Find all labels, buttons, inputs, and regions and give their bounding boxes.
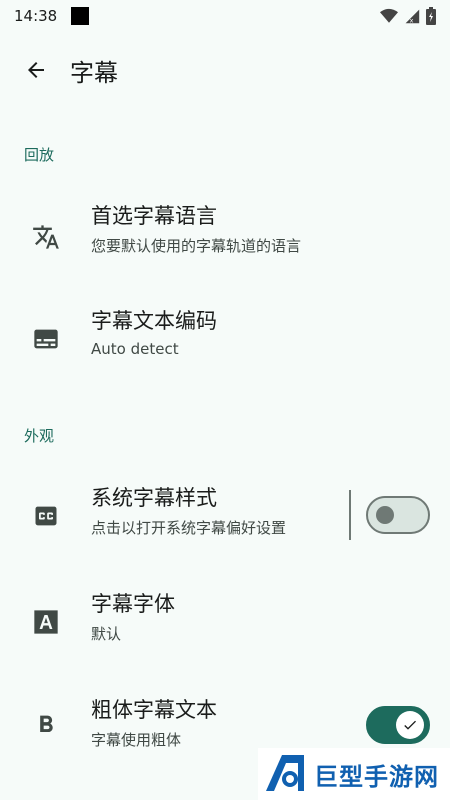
system-style-text: 系统字幕样式 点击以打开系统字幕偏好设置	[91, 486, 286, 538]
watermark-text: 巨型手游网	[314, 762, 439, 791]
system-style-title: 系统字幕样式	[91, 486, 217, 510]
section-header-playback: 回放	[24, 146, 55, 164]
screen: 14:38 x 字幕 回放 首选字幕语言 您要默认使用的字幕轨道的语言 字幕文本…	[0, 0, 450, 800]
text-encoding-subtitle: Auto detect	[91, 340, 179, 359]
status-time: 14:38	[14, 7, 58, 25]
text-encoding-row[interactable]: 字幕文本编码 Auto detect	[0, 295, 450, 390]
wifi-icon	[380, 8, 398, 23]
page-title: 字幕	[70, 58, 118, 87]
system-style-subtitle: 点击以打开系统字幕偏好设置	[91, 519, 287, 538]
status-icons: x	[380, 7, 436, 25]
svg-text:x: x	[410, 16, 414, 24]
section-header-appearance: 外观	[24, 427, 55, 445]
text-encoding-text: 字幕文本编码 Auto detect	[91, 309, 217, 358]
closed-caption-icon	[32, 502, 60, 530]
font-a-icon	[32, 608, 60, 636]
bold-text-title: 粗体字幕文本	[91, 698, 217, 722]
preferred-language-text: 首选字幕语言 您要默认使用的字幕轨道的语言	[91, 204, 301, 256]
watermark-logo-icon	[266, 755, 304, 791]
preferred-language-subtitle: 您要默认使用的字幕轨道的语言	[91, 237, 302, 256]
subtitle-font-row[interactable]: 字幕字体 默认	[0, 578, 450, 673]
top-app-bar: 字幕	[0, 40, 450, 100]
bold-text-switch[interactable]	[366, 706, 430, 744]
bold-text-subtitle: 字幕使用粗体	[91, 731, 182, 750]
battery-icon	[426, 7, 436, 25]
row-divider	[349, 490, 351, 540]
signal-icon: x	[405, 9, 420, 24]
preferred-language-row[interactable]: 首选字幕语言 您要默认使用的字幕轨道的语言	[0, 190, 450, 285]
translate-icon	[32, 223, 60, 251]
system-style-row[interactable]: 系统字幕样式 点击以打开系统字幕偏好设置	[0, 472, 450, 567]
switch-thumb	[376, 506, 394, 524]
subtitle-font-title: 字幕字体	[91, 592, 175, 616]
arrow-back-icon	[28, 62, 44, 78]
check-icon	[404, 720, 416, 730]
subtitles-icon	[32, 325, 60, 353]
bold-text-text: 粗体字幕文本 字幕使用粗体	[91, 698, 217, 750]
watermark: 巨型手游网	[258, 748, 450, 800]
system-style-switch[interactable]	[366, 496, 430, 534]
notification-square-icon	[71, 7, 90, 25]
preferred-language-title: 首选字幕语言	[91, 204, 217, 228]
back-button[interactable]	[12, 46, 60, 94]
subtitle-font-subtitle: 默认	[91, 625, 122, 644]
subtitle-font-text: 字幕字体 默认	[91, 592, 175, 644]
switch-thumb	[396, 711, 424, 739]
status-bar: 14:38 x	[0, 0, 450, 32]
text-encoding-title: 字幕文本编码	[91, 309, 217, 333]
bold-icon	[32, 711, 60, 739]
